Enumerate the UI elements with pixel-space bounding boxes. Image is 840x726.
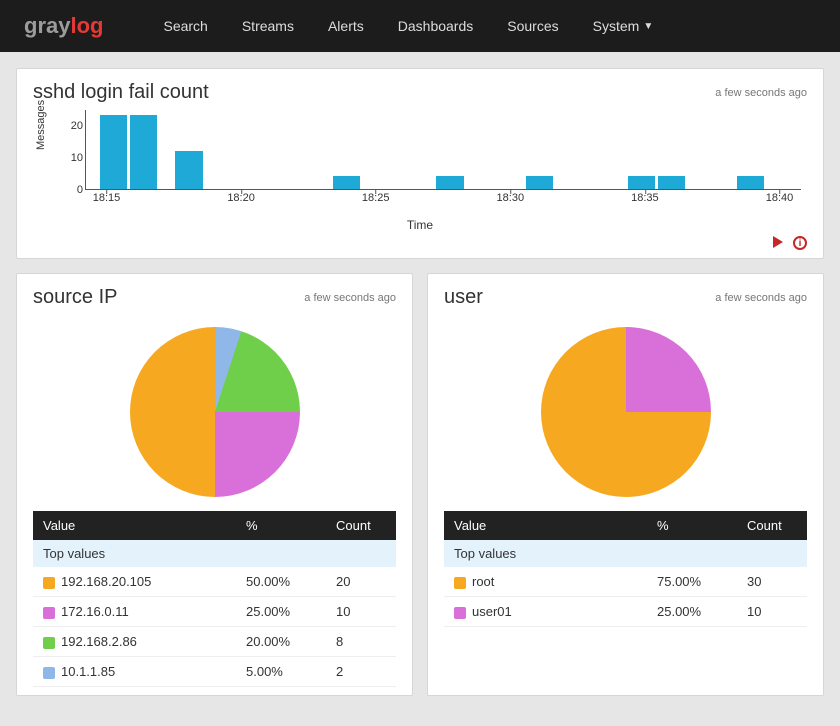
info-icon[interactable]: i — [793, 236, 807, 250]
table-row[interactable]: 192.168.2.86 20.00%8 — [33, 627, 396, 657]
bar — [100, 115, 127, 189]
row-pct: 75.00% — [647, 567, 737, 597]
panel-timestamp: a few seconds ago — [715, 87, 807, 99]
panel-footer-controls: i — [33, 232, 807, 250]
y-tick: 20 — [71, 120, 83, 132]
y-axis-ticks: 01020 — [63, 110, 83, 190]
panel-source-ip: source IP a few seconds ago Value % Coun… — [16, 273, 413, 696]
nav-item-search[interactable]: Search — [163, 18, 207, 34]
nav-item-alerts[interactable]: Alerts — [328, 18, 364, 34]
bar-plot-area — [85, 110, 801, 190]
bar — [628, 176, 655, 189]
row-pct: 5.00% — [236, 657, 326, 687]
color-swatch — [43, 577, 55, 589]
col-count: Count — [326, 511, 396, 540]
table-subhead: Top values — [444, 540, 807, 567]
nav-label: System — [593, 18, 640, 34]
row-pct: 25.00% — [236, 597, 326, 627]
panel-sshd-login-fail: sshd login fail count a few seconds ago … — [16, 68, 824, 259]
table-row[interactable]: user01 25.00%10 — [444, 597, 807, 627]
y-tick: 10 — [71, 152, 83, 164]
chevron-down-icon: ▼ — [643, 21, 653, 32]
x-axis-label: Time — [33, 218, 807, 232]
row-value: 192.168.20.105 — [61, 574, 151, 589]
row-pct: 50.00% — [236, 567, 326, 597]
row-pct: 25.00% — [647, 597, 737, 627]
x-tick: 18:30 — [497, 192, 525, 204]
row-pct: 20.00% — [236, 627, 326, 657]
table-row[interactable]: 10.1.1.85 5.00%2 — [33, 657, 396, 687]
row-count: 30 — [737, 567, 807, 597]
brand-logo[interactable]: graylog — [24, 13, 103, 39]
x-tick: 18:35 — [631, 192, 659, 204]
pie-chart-user — [541, 327, 711, 497]
bar-chart: Messages 01020 18:1518:2018:2518:3018:35… — [33, 110, 807, 220]
color-swatch — [454, 577, 466, 589]
x-axis-ticks: 18:15 18:20 18:25 18:30 18:35 18:40 — [85, 190, 801, 216]
table-user: Value % Count Top values root75.00%30use… — [444, 511, 807, 627]
pie-chart-source-ip — [130, 327, 300, 497]
panel-title: sshd login fail count — [33, 81, 209, 104]
panel-title: source IP — [33, 286, 117, 309]
nav-item-streams[interactable]: Streams — [242, 18, 294, 34]
nav-item-sources[interactable]: Sources — [507, 18, 558, 34]
row-value: 192.168.2.86 — [61, 634, 137, 649]
bar — [175, 151, 202, 189]
y-axis-label: Messages — [35, 100, 47, 150]
brand-text-left: gray — [24, 13, 70, 39]
play-icon[interactable] — [773, 236, 783, 248]
table-subhead: Top values — [33, 540, 396, 567]
panel-user: user a few seconds ago Value % Count Top… — [427, 273, 824, 696]
y-tick: 0 — [77, 184, 83, 196]
row-value: root — [472, 574, 494, 589]
col-count: Count — [737, 511, 807, 540]
row-count: 2 — [326, 657, 396, 687]
color-swatch — [454, 607, 466, 619]
x-tick: 18:15 — [93, 192, 121, 204]
color-swatch — [43, 607, 55, 619]
bar — [436, 176, 463, 189]
nav-items: Search Streams Alerts Dashboards Sources… — [163, 18, 653, 34]
table-source-ip: Value % Count Top values 192.168.20.105 5… — [33, 511, 396, 687]
nav-label: Streams — [242, 18, 294, 34]
nav-item-dashboards[interactable]: Dashboards — [398, 18, 474, 34]
nav-item-system[interactable]: System ▼ — [593, 18, 654, 34]
x-tick: 18:25 — [362, 192, 390, 204]
panel-title: user — [444, 286, 483, 309]
panel-timestamp: a few seconds ago — [304, 292, 396, 304]
nav-label: Dashboards — [398, 18, 474, 34]
color-swatch — [43, 667, 55, 679]
table-row[interactable]: 172.16.0.11 25.00%10 — [33, 597, 396, 627]
bar — [658, 176, 685, 189]
col-pct: % — [647, 511, 737, 540]
panel-timestamp: a few seconds ago — [715, 292, 807, 304]
nav-label: Alerts — [328, 18, 364, 34]
col-value: Value — [444, 511, 647, 540]
bar — [737, 176, 764, 189]
bar — [130, 115, 157, 189]
bar — [333, 176, 360, 189]
col-pct: % — [236, 511, 326, 540]
table-row[interactable]: 192.168.20.105 50.00%20 — [33, 567, 396, 597]
bar — [526, 176, 553, 189]
row-count: 10 — [737, 597, 807, 627]
row-count: 10 — [326, 597, 396, 627]
color-swatch — [43, 637, 55, 649]
nav-label: Search — [163, 18, 207, 34]
row-count: 8 — [326, 627, 396, 657]
nav-label: Sources — [507, 18, 558, 34]
x-tick: 18:40 — [766, 192, 794, 204]
row-count: 20 — [326, 567, 396, 597]
col-value: Value — [33, 511, 236, 540]
brand-text-right: log — [70, 13, 103, 39]
row-value: user01 — [472, 604, 512, 619]
table-row[interactable]: root 75.00%30 — [444, 567, 807, 597]
row-value: 10.1.1.85 — [61, 664, 115, 679]
top-navbar: graylog Search Streams Alerts Dashboards… — [0, 0, 840, 52]
x-tick: 18:20 — [227, 192, 255, 204]
row-value: 172.16.0.11 — [61, 604, 129, 619]
